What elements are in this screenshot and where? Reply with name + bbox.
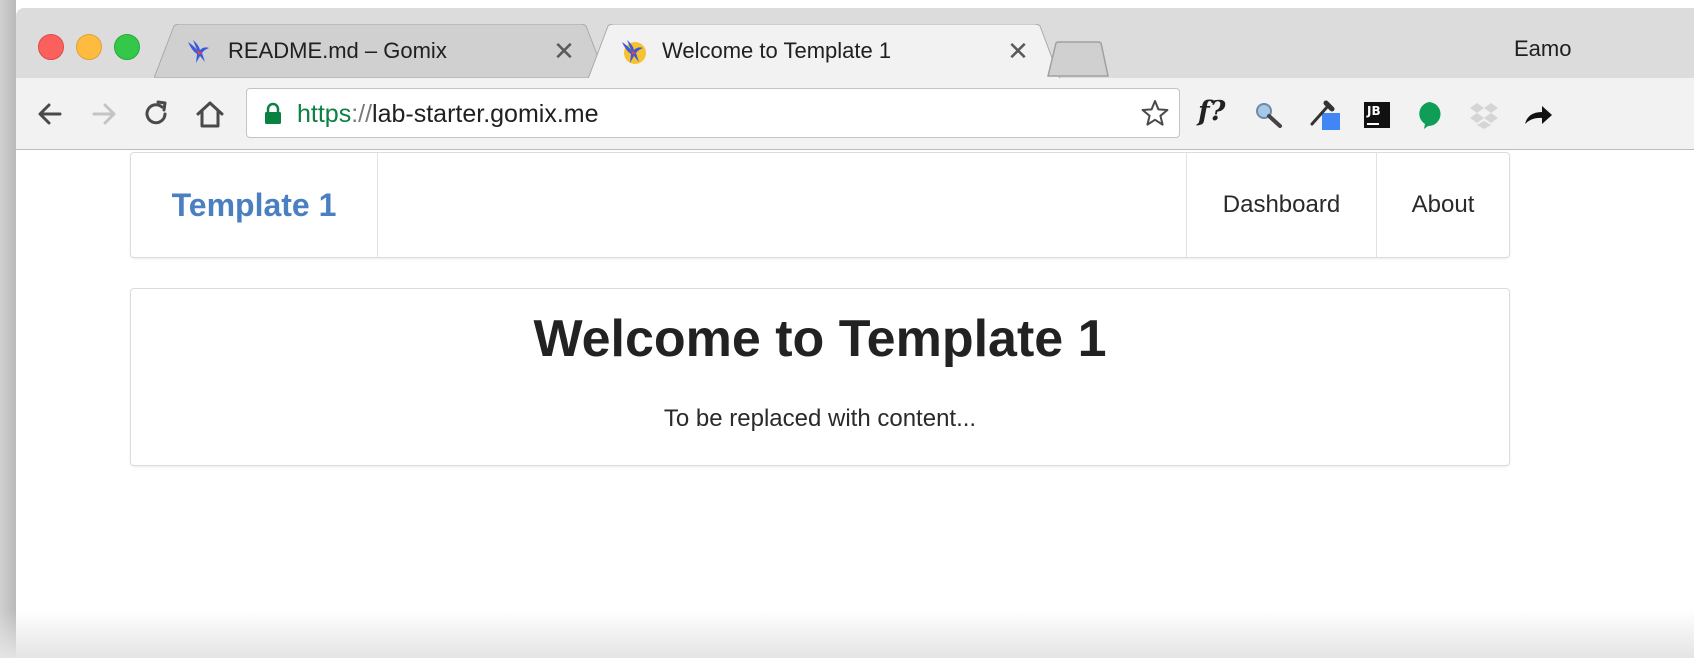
browser-toolbar: https://lab-starter.gomix.me f? JB bbox=[16, 78, 1694, 150]
tab-welcome[interactable]: Welcome to Template 1 ✕ bbox=[588, 24, 1060, 78]
window-close-button[interactable] bbox=[38, 34, 64, 60]
eyedropper-icon[interactable] bbox=[1308, 100, 1342, 130]
new-tab-button[interactable] bbox=[1046, 41, 1110, 77]
desktop-shadow-left bbox=[0, 0, 16, 658]
window-maximize-button[interactable] bbox=[114, 34, 140, 60]
profile-name[interactable]: Eamo bbox=[1514, 36, 1571, 62]
desktop-shadow-bottom bbox=[0, 610, 1694, 658]
share-arrow-icon[interactable] bbox=[1522, 100, 1554, 130]
browser-window: README.md – Gomix ✕ Welcome to Template … bbox=[16, 8, 1694, 658]
url-separator: :// bbox=[351, 100, 373, 128]
jetbrains-label: JB bbox=[1367, 104, 1381, 118]
page-title: Welcome to Template 1 bbox=[533, 310, 1107, 368]
bookmark-star-icon[interactable] bbox=[1141, 99, 1169, 127]
magnifier-icon[interactable] bbox=[1252, 100, 1286, 130]
template-favicon-icon bbox=[622, 40, 646, 64]
tab-close-icon[interactable]: ✕ bbox=[552, 38, 576, 64]
tab-strip: README.md – Gomix ✕ Welcome to Template … bbox=[16, 8, 1694, 78]
site-navbar: Template 1 Dashboard About bbox=[130, 152, 1510, 258]
nav-link-about[interactable]: About bbox=[1376, 153, 1509, 257]
url-text[interactable]: https://lab-starter.gomix.me bbox=[297, 100, 599, 129]
site-brand-link[interactable]: Template 1 bbox=[131, 153, 378, 257]
tab-title: Welcome to Template 1 bbox=[662, 38, 892, 63]
jetbrains-icon[interactable]: JB bbox=[1364, 102, 1390, 128]
tab-title: README.md – Gomix bbox=[228, 38, 447, 63]
chat-bubble-icon[interactable] bbox=[1414, 100, 1444, 130]
jetbrains-underline bbox=[1367, 123, 1379, 125]
welcome-card: Welcome to Template 1 To be replaced wit… bbox=[130, 288, 1510, 466]
lock-icon bbox=[265, 102, 281, 124]
placeholder-text: To be replaced with content... bbox=[663, 405, 977, 432]
tab-readme[interactable]: README.md – Gomix ✕ bbox=[154, 24, 606, 78]
nav-link-dashboard[interactable]: Dashboard bbox=[1186, 153, 1376, 257]
fquery-icon[interactable]: f? bbox=[1198, 96, 1225, 127]
forward-arrow-icon[interactable] bbox=[88, 98, 120, 130]
back-arrow-icon[interactable] bbox=[34, 98, 66, 130]
tab-close-icon[interactable]: ✕ bbox=[1006, 38, 1030, 64]
url-host: lab-starter.gomix.me bbox=[372, 100, 599, 128]
home-icon[interactable] bbox=[194, 98, 226, 130]
window-minimize-button[interactable] bbox=[76, 34, 102, 60]
url-scheme: https bbox=[297, 100, 352, 128]
web-page: Template 1 Dashboard About Welcome to Te… bbox=[16, 150, 1694, 658]
dropbox-icon[interactable] bbox=[1468, 100, 1500, 130]
gomix-bird-icon bbox=[188, 40, 209, 63]
reload-icon[interactable] bbox=[140, 98, 172, 130]
address-bar[interactable]: https://lab-starter.gomix.me bbox=[246, 88, 1180, 138]
